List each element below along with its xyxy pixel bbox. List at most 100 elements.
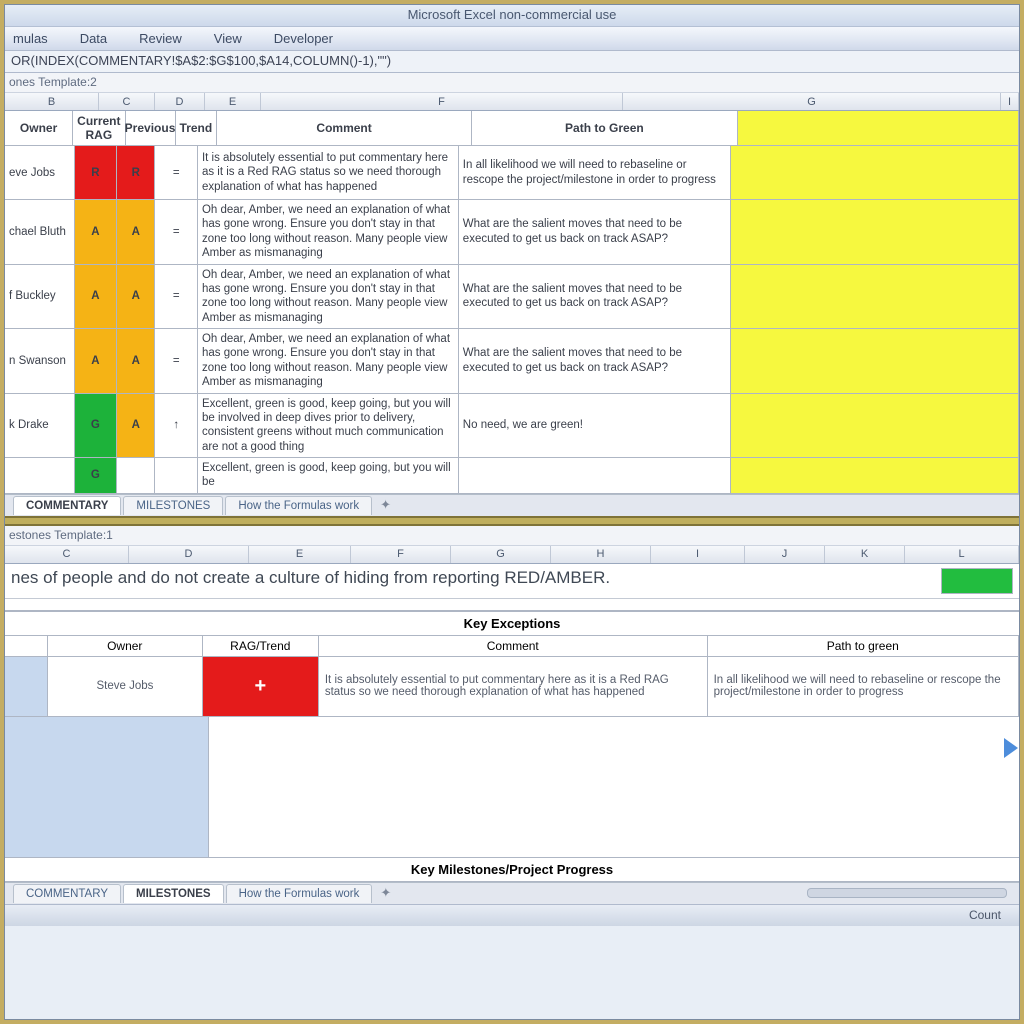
cell-owner[interactable]: f Buckley [5, 265, 75, 329]
cell-previous-rag[interactable]: A [117, 394, 155, 458]
col-F[interactable]: F [261, 93, 623, 110]
cell-current-rag[interactable]: A [75, 329, 118, 393]
cell-previous-rag[interactable]: A [117, 265, 155, 329]
formula-bar[interactable]: OR(INDEX(COMMENTARY!$A$2:$G$100,$A14,COL… [5, 51, 1019, 73]
kx-hdr-comment: Comment [319, 636, 708, 656]
cell-comment[interactable]: Oh dear, Amber, we need an explanation o… [198, 200, 459, 264]
cell-previous-rag[interactable]: A [117, 329, 155, 393]
cell-owner[interactable]: eve Jobs [5, 146, 75, 199]
cell-owner[interactable]: k Drake [5, 394, 75, 458]
cell-extra[interactable] [731, 146, 1019, 199]
cell-comment[interactable]: Excellent, green is good, keep going, bu… [198, 394, 459, 458]
cell-current-rag[interactable]: A [75, 200, 118, 264]
table-row[interactable]: n SwansonAA=Oh dear, Amber, we need an e… [5, 329, 1019, 394]
cell-path[interactable]: What are the salient moves that need to … [459, 329, 731, 393]
table-row[interactable]: eve JobsRR=It is absolutely essential to… [5, 146, 1019, 200]
grid-upper[interactable]: Owner Current RAG Previous Trend Comment… [5, 111, 1019, 494]
hdr-trend: Trend [176, 111, 218, 145]
plus-icon: + [203, 657, 318, 716]
cell-path[interactable]: No need, we are green! [459, 394, 731, 458]
note-row: nes of people and do not create a cultur… [5, 564, 1019, 599]
column-headers-lower: C D E F G H I J K L [5, 546, 1019, 564]
col-B[interactable]: B [5, 93, 99, 110]
kx-comment[interactable]: It is absolutely essential to put commen… [319, 657, 708, 716]
cell-path[interactable] [459, 458, 731, 493]
col2-J[interactable]: J [745, 546, 825, 563]
col-G[interactable]: G [623, 93, 1001, 110]
ribbon-tab-developer[interactable]: Developer [274, 31, 333, 46]
cell-owner[interactable] [5, 458, 75, 493]
cell-previous-rag[interactable] [117, 458, 155, 493]
cell-previous-rag[interactable]: A [117, 200, 155, 264]
kx-rag-cell[interactable]: + [203, 657, 319, 716]
sheet-tab-formulas-2[interactable]: How the Formulas work [226, 884, 373, 903]
cell-trend[interactable] [155, 458, 198, 493]
cell-trend[interactable]: = [155, 329, 198, 393]
pane-divider[interactable] [5, 516, 1019, 526]
empty-rows [5, 717, 1019, 857]
cell-trend[interactable]: = [155, 200, 198, 264]
col2-K[interactable]: K [825, 546, 905, 563]
cell-owner[interactable]: chael Bluth [5, 200, 75, 264]
cell-comment[interactable]: Excellent, green is good, keep going, bu… [198, 458, 459, 493]
col-I[interactable]: I [1001, 93, 1019, 110]
cell-path[interactable]: What are the salient moves that need to … [459, 200, 731, 264]
horizontal-scrollbar[interactable] [807, 888, 1007, 898]
table-row[interactable]: chael BluthAA=Oh dear, Amber, we need an… [5, 200, 1019, 265]
col2-F[interactable]: F [351, 546, 451, 563]
cell-comment[interactable]: Oh dear, Amber, we need an explanation o… [198, 265, 459, 329]
cell-previous-rag[interactable]: R [117, 146, 155, 199]
cell-extra[interactable] [731, 329, 1019, 393]
cell-trend[interactable]: = [155, 265, 198, 329]
cell-extra[interactable] [731, 394, 1019, 458]
hdr-comment: Comment [217, 111, 472, 145]
col2-I[interactable]: I [651, 546, 745, 563]
kx-hdr-rag: RAG/Trend [203, 636, 319, 656]
col2-L[interactable]: L [905, 546, 1019, 563]
new-sheet-icon-2[interactable]: ✦ [374, 885, 397, 901]
cell-trend[interactable]: ↑ [155, 394, 198, 458]
col2-H[interactable]: H [551, 546, 651, 563]
col2-E[interactable]: E [249, 546, 351, 563]
ribbon-tab-review[interactable]: Review [139, 31, 182, 46]
cell-path[interactable]: In all likelihood we will need to rebase… [459, 146, 731, 199]
cell-path[interactable]: What are the salient moves that need to … [459, 265, 731, 329]
key-exceptions-header: Key Exceptions [5, 611, 1019, 636]
sheet-tab-milestones-2[interactable]: MILESTONES [123, 884, 224, 903]
cell-comment[interactable]: Oh dear, Amber, we need an explanation o… [198, 329, 459, 393]
key-milestones-header: Key Milestones/Project Progress [5, 857, 1019, 882]
new-sheet-icon[interactable]: ✦ [374, 497, 397, 513]
title-bar: Microsoft Excel non-commercial use [5, 5, 1019, 27]
cell-current-rag[interactable]: G [75, 458, 118, 493]
cell-current-rag[interactable]: G [75, 394, 118, 458]
ribbon-tab-view[interactable]: View [214, 31, 242, 46]
sheet-tab-milestones[interactable]: MILESTONES [123, 496, 223, 515]
cell-extra[interactable] [731, 265, 1019, 329]
grid-lower[interactable]: nes of people and do not create a cultur… [5, 564, 1019, 882]
cell-extra[interactable] [731, 458, 1019, 493]
sheet-tab-commentary-2[interactable]: COMMENTARY [13, 884, 121, 903]
table-row[interactable]: k DrakeGA↑Excellent, green is good, keep… [5, 394, 1019, 459]
col-E[interactable]: E [205, 93, 261, 110]
sheet-tab-formulas[interactable]: How the Formulas work [225, 496, 372, 515]
col2-D[interactable]: D [129, 546, 249, 563]
ribbon-tab-data[interactable]: Data [80, 31, 107, 46]
hdr-current-rag: Current RAG [73, 111, 125, 145]
kx-path[interactable]: In all likelihood we will need to rebase… [708, 657, 1019, 716]
cell-comment[interactable]: It is absolutely essential to put commen… [198, 146, 459, 199]
workbook-title-lower: estones Template:1 [5, 526, 1019, 546]
cell-current-rag[interactable]: A [75, 265, 118, 329]
table-row[interactable]: G Excellent, green is good, keep going, b… [5, 458, 1019, 494]
cell-trend[interactable]: = [155, 146, 198, 199]
cell-extra[interactable] [731, 200, 1019, 264]
col2-G[interactable]: G [451, 546, 551, 563]
col-C[interactable]: C [99, 93, 155, 110]
col2-C[interactable]: C [5, 546, 129, 563]
ribbon-tab-formulas[interactable]: mulas [13, 31, 48, 46]
sheet-tab-commentary[interactable]: COMMENTARY [13, 496, 121, 515]
cell-owner[interactable]: n Swanson [5, 329, 75, 393]
table-row[interactable]: f BuckleyAA=Oh dear, Amber, we need an e… [5, 265, 1019, 330]
cell-current-rag[interactable]: R [75, 146, 118, 199]
kx-owner[interactable]: Steve Jobs [48, 657, 203, 716]
col-D[interactable]: D [155, 93, 205, 110]
